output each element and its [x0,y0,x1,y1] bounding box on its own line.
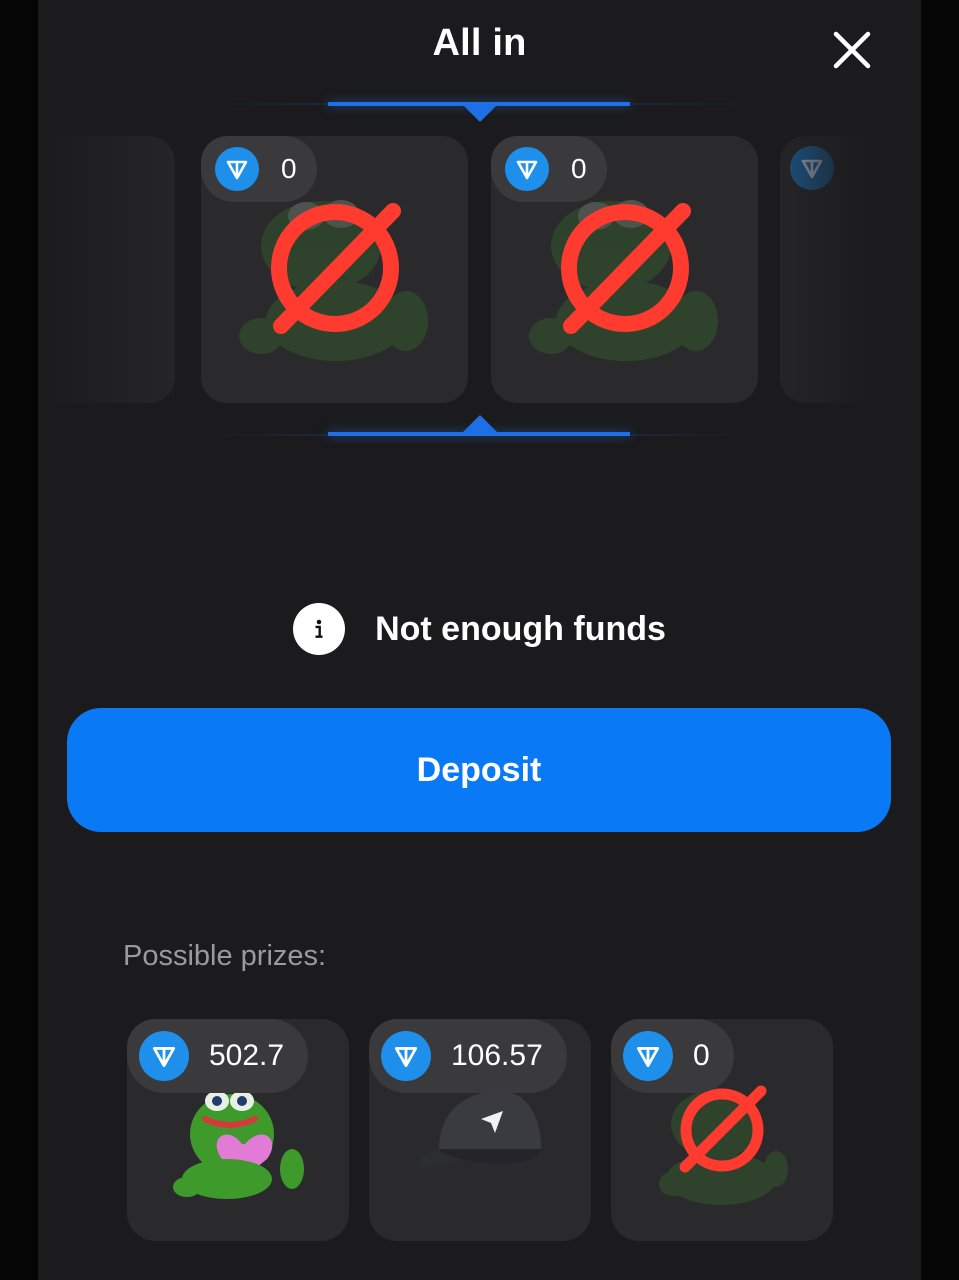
close-icon [833,31,871,69]
price-badge: 0 [201,136,317,202]
ton-coin-icon [139,1031,189,1081]
price-value: 502.7 [209,1039,285,1072]
reel-card: 0 [201,136,468,403]
deposit-button[interactable]: Deposit [67,708,891,832]
modal-sheet: All in 0 0 Not enough funds Deposit Poss… [38,0,921,1280]
price-badge: 106.57 [369,1019,567,1093]
price-badge: 0 [491,136,607,202]
reel-bottom-marker [328,432,630,436]
ton-coin-icon [623,1031,673,1081]
possible-prizes-heading: Possible prizes: [123,940,327,972]
close-button[interactable] [830,28,874,72]
price-badge: 502.7 [127,1019,309,1093]
prize-card[interactable]: 0 [611,1019,833,1241]
funds-warning-text: Not enough funds [375,609,666,648]
price-badge: 0 [611,1019,734,1093]
price-value: 0 [281,153,297,184]
reel-fade-left [38,125,188,425]
modal-title: All in [432,22,527,64]
reel-pointer-up-icon [462,415,498,433]
reel-fade-right [768,125,921,425]
ton-coin-icon [215,147,259,191]
funds-warning: Not enough funds [38,602,921,656]
reel-pointer-down-icon [462,104,498,122]
spin-reel: 0 0 [38,95,921,445]
ton-coin-icon [381,1031,431,1081]
prize-card[interactable]: 502.7 [127,1019,349,1241]
price-value: 106.57 [451,1039,543,1072]
price-value: 0 [693,1039,710,1072]
reel-card: 0 [491,136,758,403]
prize-card[interactable]: 106.57 [369,1019,591,1241]
ton-coin-icon [505,147,549,191]
info-icon [293,603,346,655]
price-value: 0 [571,153,587,184]
